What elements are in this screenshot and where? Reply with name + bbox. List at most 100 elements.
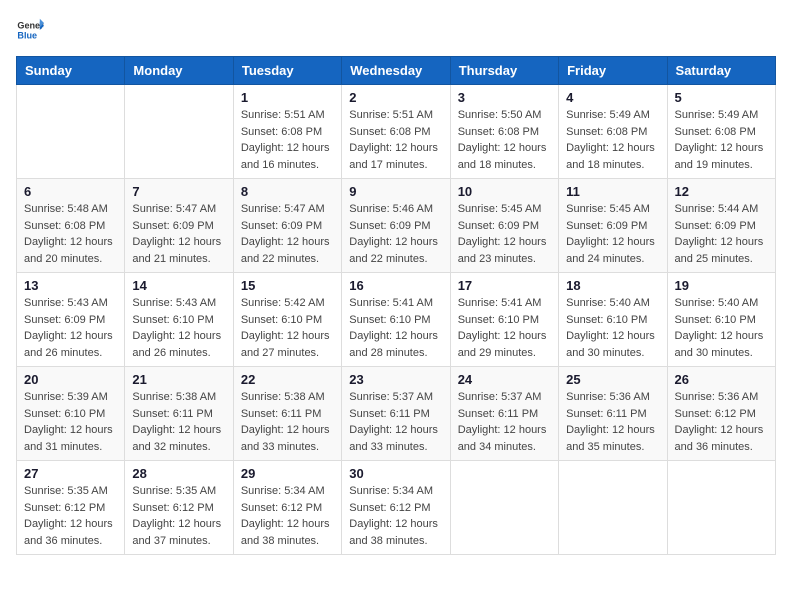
weekday-header-thursday: Thursday bbox=[450, 57, 558, 85]
calendar-cell: 23 Sunrise: 5:37 AM Sunset: 6:11 PM Dayli… bbox=[342, 367, 450, 461]
day-info: Sunrise: 5:37 AM Sunset: 6:11 PM Dayligh… bbox=[349, 389, 442, 455]
day-info: Sunrise: 5:49 AM Sunset: 6:08 PM Dayligh… bbox=[675, 107, 768, 173]
calendar-cell: 13 Sunrise: 5:43 AM Sunset: 6:09 PM Dayli… bbox=[17, 273, 125, 367]
calendar-cell: 20Sunrise: 5:39 AM Sunset: 6:10 PM Dayli… bbox=[17, 367, 125, 461]
day-info: Sunrise: 5:44 AM Sunset: 6:09 PM Dayligh… bbox=[675, 201, 768, 267]
calendar-cell: 26Sunrise: 5:36 AM Sunset: 6:12 PM Dayli… bbox=[667, 367, 775, 461]
day-info: Sunrise: 5:51 AM Sunset: 6:08 PM Dayligh… bbox=[241, 107, 334, 173]
day-number: 7 bbox=[132, 184, 225, 199]
day-number: 11 bbox=[566, 184, 659, 199]
day-info: Sunrise: 5:35 AM Sunset: 6:12 PM Dayligh… bbox=[132, 483, 225, 549]
calendar-cell bbox=[450, 461, 558, 555]
day-info: Sunrise: 5:50 AM Sunset: 6:08 PM Dayligh… bbox=[458, 107, 551, 173]
calendar-cell: 16Sunrise: 5:41 AM Sunset: 6:10 PM Dayli… bbox=[342, 273, 450, 367]
calendar-cell: 27 Sunrise: 5:35 AM Sunset: 6:12 PM Dayli… bbox=[17, 461, 125, 555]
calendar-cell: 5 Sunrise: 5:49 AM Sunset: 6:08 PM Daylig… bbox=[667, 85, 775, 179]
logo-icon: GeneralBlue bbox=[16, 16, 44, 44]
calendar-cell: 4 Sunrise: 5:49 AM Sunset: 6:08 PM Daylig… bbox=[559, 85, 667, 179]
day-number: 23 bbox=[349, 372, 442, 387]
day-number: 17 bbox=[458, 278, 551, 293]
day-number: 5 bbox=[675, 90, 768, 105]
day-info: Sunrise: 5:43 AM Sunset: 6:09 PM Dayligh… bbox=[24, 295, 117, 361]
day-number: 29 bbox=[241, 466, 334, 481]
calendar-cell: 9Sunrise: 5:46 AM Sunset: 6:09 PM Daylig… bbox=[342, 179, 450, 273]
day-info: Sunrise: 5:49 AM Sunset: 6:08 PM Dayligh… bbox=[566, 107, 659, 173]
calendar-cell: 12 Sunrise: 5:44 AM Sunset: 6:09 PM Dayli… bbox=[667, 179, 775, 273]
day-number: 1 bbox=[241, 90, 334, 105]
day-info: Sunrise: 5:34 AM Sunset: 6:12 PM Dayligh… bbox=[349, 483, 442, 549]
day-info: Sunrise: 5:37 AM Sunset: 6:11 PM Dayligh… bbox=[458, 389, 551, 455]
day-number: 14 bbox=[132, 278, 225, 293]
weekday-header-friday: Friday bbox=[559, 57, 667, 85]
day-number: 19 bbox=[675, 278, 768, 293]
day-info: Sunrise: 5:38 AM Sunset: 6:11 PM Dayligh… bbox=[241, 389, 334, 455]
calendar-week-row: 20Sunrise: 5:39 AM Sunset: 6:10 PM Dayli… bbox=[17, 367, 776, 461]
calendar-cell: 3 Sunrise: 5:50 AM Sunset: 6:08 PM Daylig… bbox=[450, 85, 558, 179]
day-number: 22 bbox=[241, 372, 334, 387]
day-info: Sunrise: 5:47 AM Sunset: 6:09 PM Dayligh… bbox=[132, 201, 225, 267]
day-number: 25 bbox=[566, 372, 659, 387]
svg-text:Blue: Blue bbox=[17, 30, 37, 40]
day-number: 21 bbox=[132, 372, 225, 387]
day-info: Sunrise: 5:40 AM Sunset: 6:10 PM Dayligh… bbox=[566, 295, 659, 361]
day-info: Sunrise: 5:41 AM Sunset: 6:10 PM Dayligh… bbox=[349, 295, 442, 361]
calendar-cell: 1 Sunrise: 5:51 AM Sunset: 6:08 PM Daylig… bbox=[233, 85, 341, 179]
day-number: 3 bbox=[458, 90, 551, 105]
day-number: 10 bbox=[458, 184, 551, 199]
day-info: Sunrise: 5:35 AM Sunset: 6:12 PM Dayligh… bbox=[24, 483, 117, 549]
logo: GeneralBlue bbox=[16, 16, 44, 44]
day-number: 4 bbox=[566, 90, 659, 105]
calendar-cell: 6 Sunrise: 5:48 AM Sunset: 6:08 PM Daylig… bbox=[17, 179, 125, 273]
day-info: Sunrise: 5:39 AM Sunset: 6:10 PM Dayligh… bbox=[24, 389, 117, 455]
weekday-header-monday: Monday bbox=[125, 57, 233, 85]
calendar-cell bbox=[17, 85, 125, 179]
day-number: 13 bbox=[24, 278, 117, 293]
calendar-cell: 28 Sunrise: 5:35 AM Sunset: 6:12 PM Dayli… bbox=[125, 461, 233, 555]
day-info: Sunrise: 5:47 AM Sunset: 6:09 PM Dayligh… bbox=[241, 201, 334, 267]
weekday-header-row: SundayMondayTuesdayWednesdayThursdayFrid… bbox=[17, 57, 776, 85]
day-number: 18 bbox=[566, 278, 659, 293]
calendar-table: SundayMondayTuesdayWednesdayThursdayFrid… bbox=[16, 56, 776, 555]
day-info: Sunrise: 5:38 AM Sunset: 6:11 PM Dayligh… bbox=[132, 389, 225, 455]
calendar-cell: 2 Sunrise: 5:51 AM Sunset: 6:08 PM Daylig… bbox=[342, 85, 450, 179]
day-number: 27 bbox=[24, 466, 117, 481]
day-number: 30 bbox=[349, 466, 442, 481]
calendar-cell: 25 Sunrise: 5:36 AM Sunset: 6:11 PM Dayli… bbox=[559, 367, 667, 461]
day-number: 28 bbox=[132, 466, 225, 481]
calendar-cell: 29 Sunrise: 5:34 AM Sunset: 6:12 PM Dayli… bbox=[233, 461, 341, 555]
calendar-cell: 14Sunrise: 5:43 AM Sunset: 6:10 PM Dayli… bbox=[125, 273, 233, 367]
day-info: Sunrise: 5:36 AM Sunset: 6:12 PM Dayligh… bbox=[675, 389, 768, 455]
calendar-cell: 7 Sunrise: 5:47 AM Sunset: 6:09 PM Daylig… bbox=[125, 179, 233, 273]
day-info: Sunrise: 5:45 AM Sunset: 6:09 PM Dayligh… bbox=[458, 201, 551, 267]
calendar-cell: 11Sunrise: 5:45 AM Sunset: 6:09 PM Dayli… bbox=[559, 179, 667, 273]
weekday-header-wednesday: Wednesday bbox=[342, 57, 450, 85]
day-info: Sunrise: 5:51 AM Sunset: 6:08 PM Dayligh… bbox=[349, 107, 442, 173]
calendar-cell: 17Sunrise: 5:41 AM Sunset: 6:10 PM Dayli… bbox=[450, 273, 558, 367]
weekday-header-tuesday: Tuesday bbox=[233, 57, 341, 85]
day-number: 6 bbox=[24, 184, 117, 199]
calendar-cell: 19Sunrise: 5:40 AM Sunset: 6:10 PM Dayli… bbox=[667, 273, 775, 367]
day-number: 24 bbox=[458, 372, 551, 387]
day-info: Sunrise: 5:34 AM Sunset: 6:12 PM Dayligh… bbox=[241, 483, 334, 549]
calendar-week-row: 13 Sunrise: 5:43 AM Sunset: 6:09 PM Dayli… bbox=[17, 273, 776, 367]
day-number: 2 bbox=[349, 90, 442, 105]
calendar-cell: 30 Sunrise: 5:34 AM Sunset: 6:12 PM Dayli… bbox=[342, 461, 450, 555]
day-number: 12 bbox=[675, 184, 768, 199]
day-info: Sunrise: 5:48 AM Sunset: 6:08 PM Dayligh… bbox=[24, 201, 117, 267]
calendar-week-row: 6 Sunrise: 5:48 AM Sunset: 6:08 PM Daylig… bbox=[17, 179, 776, 273]
day-info: Sunrise: 5:42 AM Sunset: 6:10 PM Dayligh… bbox=[241, 295, 334, 361]
day-number: 15 bbox=[241, 278, 334, 293]
page-header: GeneralBlue bbox=[16, 16, 776, 44]
calendar-cell: 15 Sunrise: 5:42 AM Sunset: 6:10 PM Dayli… bbox=[233, 273, 341, 367]
day-number: 8 bbox=[241, 184, 334, 199]
calendar-cell bbox=[559, 461, 667, 555]
weekday-header-saturday: Saturday bbox=[667, 57, 775, 85]
weekday-header-sunday: Sunday bbox=[17, 57, 125, 85]
calendar-cell: 24 Sunrise: 5:37 AM Sunset: 6:11 PM Dayli… bbox=[450, 367, 558, 461]
day-info: Sunrise: 5:36 AM Sunset: 6:11 PM Dayligh… bbox=[566, 389, 659, 455]
calendar-cell: 8 Sunrise: 5:47 AM Sunset: 6:09 PM Daylig… bbox=[233, 179, 341, 273]
calendar-cell: 21 Sunrise: 5:38 AM Sunset: 6:11 PM Dayli… bbox=[125, 367, 233, 461]
calendar-week-row: 1 Sunrise: 5:51 AM Sunset: 6:08 PM Daylig… bbox=[17, 85, 776, 179]
day-info: Sunrise: 5:46 AM Sunset: 6:09 PM Dayligh… bbox=[349, 201, 442, 267]
calendar-cell: 22 Sunrise: 5:38 AM Sunset: 6:11 PM Dayli… bbox=[233, 367, 341, 461]
